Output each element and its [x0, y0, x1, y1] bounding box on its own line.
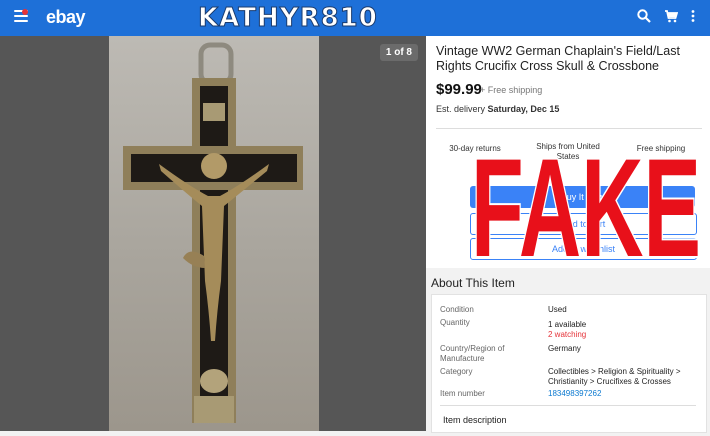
item-description-heading[interactable]: Item description [443, 415, 507, 425]
spec-label: Country/Region of Manufacture [440, 344, 505, 363]
image-counter: 1 of 8 [379, 44, 418, 61]
estimated-delivery: Est. delivery Saturday, Dec 15 [436, 104, 559, 114]
spec-value: Collectibles > Religion & Spirituality >… [548, 367, 681, 386]
spec-label: Item number [440, 389, 485, 398]
shipping-text: + Free shipping [480, 85, 543, 95]
more-vert-icon[interactable] [690, 9, 696, 28]
spec-label: Condition [440, 305, 474, 314]
spec-label: Quantity [440, 318, 470, 327]
item-photo-viewer[interactable]: 1 of 8 [0, 36, 426, 431]
search-icon[interactable] [637, 9, 651, 28]
item-number-link[interactable]: 183498397262 [548, 389, 702, 399]
about-heading: About This Item [431, 276, 515, 290]
fake-stamp: FAKE [469, 146, 703, 264]
seller-watermark: KATHYR810 [198, 3, 378, 34]
watching-count: 2 watching [548, 330, 587, 339]
cart-icon[interactable] [664, 9, 679, 28]
spec-label: Category [440, 367, 473, 376]
ebay-logo[interactable]: ebay [46, 7, 86, 28]
fake-stamp-text: FAKE [471, 146, 701, 264]
delivery-prefix: Est. delivery [436, 104, 486, 114]
spec-value: 1 available [548, 320, 587, 329]
notification-dot [22, 9, 28, 15]
divider [436, 128, 702, 129]
divider [440, 405, 696, 406]
top-app-bar: ebay KATHYR810 [0, 0, 710, 36]
delivery-date: Saturday, Dec 15 [487, 104, 560, 114]
spec-value: Germany [548, 344, 581, 353]
item-photo [109, 36, 319, 431]
item-specifics-card: Condition Used Quantity 1 available 2 wa… [431, 294, 707, 433]
listing-price: $99.99 [436, 81, 482, 98]
spec-value: Used [548, 305, 567, 314]
listing-title: Vintage WW2 German Chaplain's Field/Last… [436, 44, 680, 73]
